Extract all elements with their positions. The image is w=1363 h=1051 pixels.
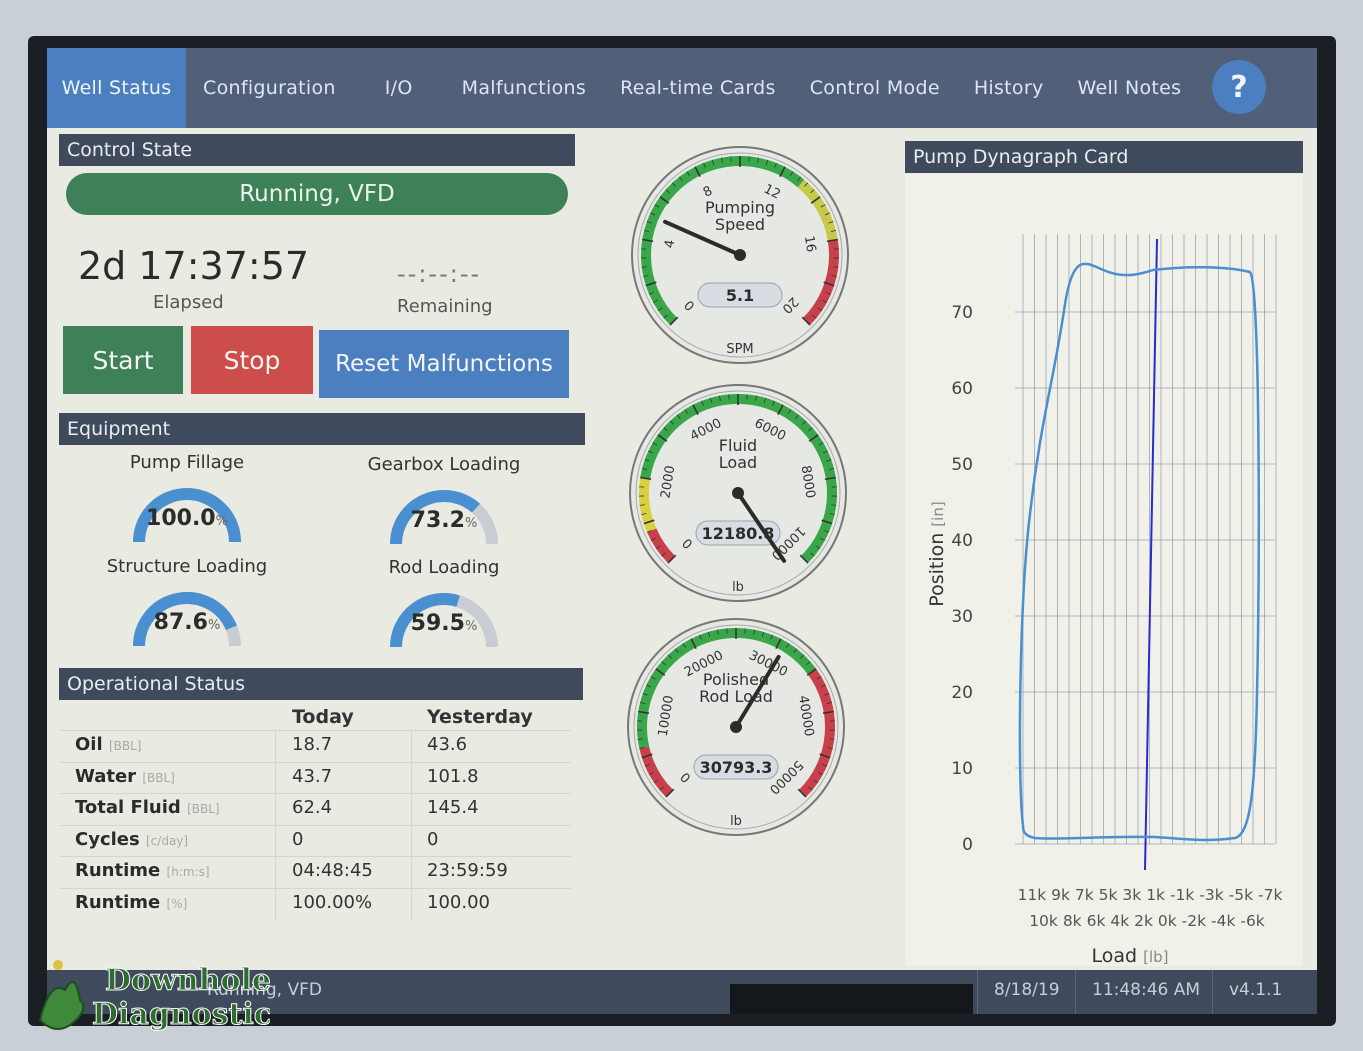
status-message-area (730, 984, 973, 1014)
y-axis-label: Position [in] (926, 501, 948, 606)
gauge-title: Load (719, 453, 757, 472)
dynagraph-curve (1018, 262, 1260, 842)
today-value: 100.00% (292, 891, 373, 913)
downhole-diagnostic-logo: Downhole Diagnostic (38, 960, 270, 1033)
y-tick-label: 0 (962, 835, 973, 855)
yesterday-value: 100.00 (427, 891, 490, 913)
pumping-speed-gauge: 048 121620PumpingSpeed5.1SPM (631, 146, 849, 364)
fluid-load-gauge: 020004000 6000800010000FluidLoad12180.8lb (629, 384, 847, 602)
table-row: Total Fluid [BBL] 62.4 145.4 (59, 793, 571, 825)
tab-configuration[interactable]: Configuration (186, 48, 353, 128)
yesterday-value: 23:59:59 (427, 860, 508, 881)
dynagraph-header: Pump Dynagraph Card (905, 141, 1303, 173)
run-state-badge: Running, VFD (66, 173, 568, 215)
row-label: Runtime [h:m:s] (75, 860, 210, 881)
needle-hub (734, 249, 746, 261)
needle-hub (730, 721, 742, 733)
today-value: 04:48:45 (292, 860, 373, 881)
tab-realtime-cards[interactable]: Real-time Cards (603, 48, 793, 128)
yesterday-value: 101.8 (427, 765, 479, 787)
table-row: Runtime [h:m:s] 04:48:45 23:59:59 (59, 856, 571, 888)
svg-text:Diagnostic: Diagnostic (92, 997, 270, 1032)
yesterday-value: 0 (427, 828, 439, 850)
status-version: v4.1.1 (1229, 980, 1283, 1000)
row-label: Cycles [c/day] (75, 828, 189, 850)
y-tick-label: 60 (951, 379, 973, 399)
needle-hub (732, 487, 744, 499)
row-label: Water [BBL] (75, 765, 175, 787)
svg-text:Downhole: Downhole (105, 963, 270, 998)
elapsed-label: Elapsed (153, 292, 224, 313)
y-tick-label: 70 (951, 303, 973, 323)
gauge-value: 5.1 (726, 286, 754, 305)
yesterday-value: 43.6 (427, 734, 468, 755)
reset-malfunctions-button[interactable]: Reset Malfunctions (319, 330, 569, 398)
zero-load-line (1144, 238, 1158, 871)
y-tick-label: 30 (951, 607, 973, 627)
structure-loading-value: 87.6% (153, 610, 221, 635)
dynagraph-chart: 0 10 20 30 40 50 60 70 Position [in] 11k 9k 7k 5k… (926, 234, 1283, 966)
today-value: 43.7 (292, 765, 333, 787)
operational-status-header: Operational Status (59, 668, 583, 700)
top-nav: Well Status Configuration I/O Malfunctio… (47, 48, 1317, 128)
gauge-title: Speed (715, 215, 765, 234)
tick-label: 16 (801, 235, 818, 254)
gearbox-loading-label: Gearbox Loading (367, 454, 521, 475)
gauge-unit: SPM (726, 342, 753, 357)
x-tick-labels-top: 11k 9k 7k 5k 3k 1k -1k -3k -5k -7k (1018, 886, 1283, 904)
help-button[interactable]: ? (1212, 60, 1266, 114)
pump-fillage-label: Pump Fillage (129, 452, 245, 473)
today-value: 62.4 (292, 797, 333, 818)
status-date: 8/18/19 (994, 980, 1060, 1000)
remaining-time: --:--:-- (397, 260, 482, 288)
status-time: 11:48:46 AM (1092, 980, 1201, 1000)
y-tick-label: 50 (951, 455, 973, 475)
tab-history[interactable]: History (957, 48, 1061, 128)
gearbox-loading-value: 73.2% (410, 508, 478, 533)
gauge-value: 30793.3 (700, 758, 773, 777)
y-tick-label: 40 (951, 531, 973, 551)
table-row: Oil [BBL] 18.7 43.6 (59, 730, 571, 762)
row-label: Total Fluid [BBL] (75, 797, 220, 818)
y-tick-label: 20 (951, 683, 973, 703)
polished-rod-load-gauge: 01000020000 300004000050000PolishedRod Lo… (627, 618, 845, 836)
gauge-unit: lb (732, 580, 744, 595)
elapsed-time: 2d 17:37:57 (78, 244, 310, 288)
today-value: 0 (292, 828, 304, 850)
tab-control-mode[interactable]: Control Mode (793, 48, 957, 128)
y-tick-label: 10 (951, 759, 973, 779)
today-value: 18.7 (292, 734, 333, 755)
stop-button[interactable]: Stop (191, 326, 313, 394)
equipment-header: Equipment (59, 413, 585, 445)
row-label: Runtime [%] (75, 891, 188, 913)
hmi-screen: Well Status Configuration I/O Malfunctio… (47, 48, 1317, 1014)
col-yesterday: Yesterday (427, 706, 533, 728)
table-row: Cycles [c/day] 0 0 (59, 824, 571, 857)
yesterday-value: 145.4 (427, 797, 479, 818)
x-axis-label: Load [lb] (1091, 945, 1168, 966)
table-row: Water [BBL] 43.7 101.8 (59, 761, 571, 794)
gauge-unit: lb (730, 814, 742, 829)
tab-malfunctions[interactable]: Malfunctions (445, 48, 603, 128)
table-row: Runtime [%] 100.00% 100.00 (59, 887, 571, 920)
tab-well-notes[interactable]: Well Notes (1061, 48, 1199, 128)
col-today: Today (292, 706, 354, 728)
start-button[interactable]: Start (63, 326, 183, 394)
structure-loading-label: Structure Loading (106, 556, 268, 577)
remaining-label: Remaining (397, 296, 493, 317)
row-label: Oil [BBL] (75, 734, 142, 755)
tab-io[interactable]: I/O (353, 48, 445, 128)
pump-fillage-value: 100.0% (146, 506, 228, 531)
gauge-title: Rod Load (699, 687, 773, 706)
rod-loading-label: Rod Loading (388, 557, 500, 578)
control-state-header: Control State (59, 134, 575, 166)
x-tick-labels-bottom: 10k 8k 6k 4k 2k 0k -2k -4k -6k (1029, 912, 1265, 930)
tab-well-status[interactable]: Well Status (47, 48, 186, 128)
rod-loading-value: 59.5% (410, 611, 478, 636)
